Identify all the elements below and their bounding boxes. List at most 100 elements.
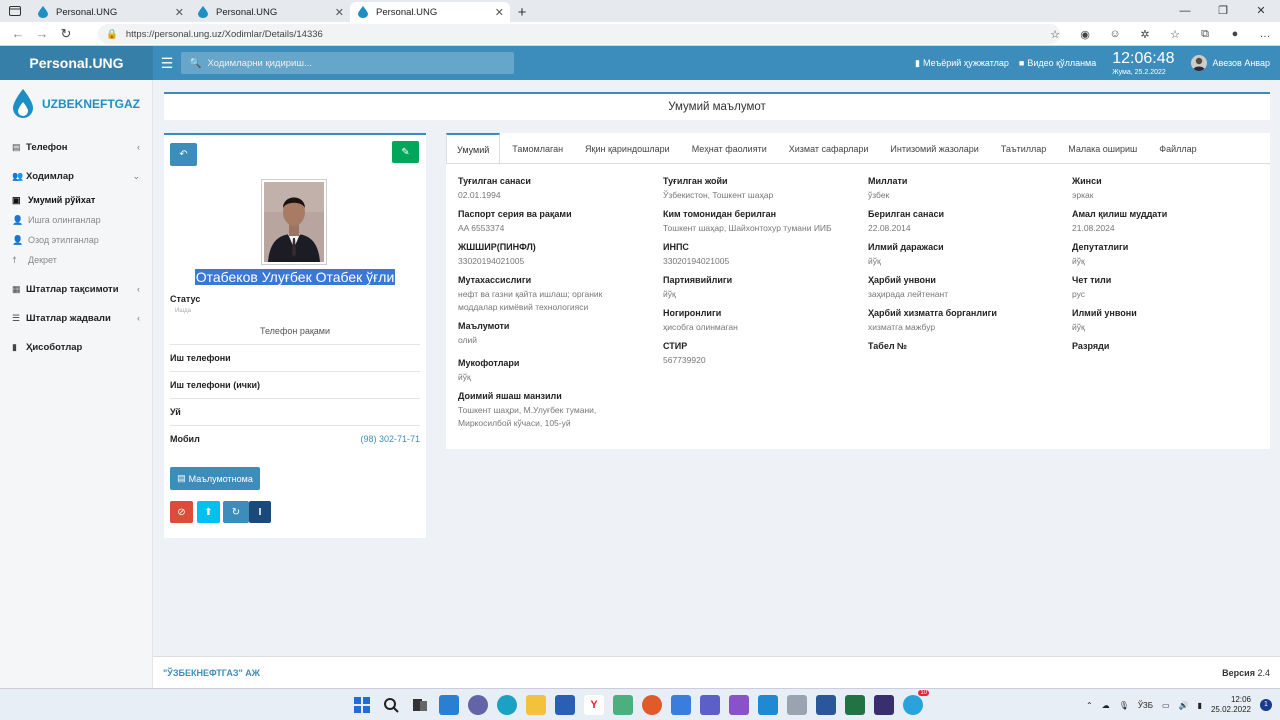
favorites-icon[interactable]: ☆ [1160,25,1190,43]
restore-icon[interactable]: ❐ [1204,0,1242,22]
notification-badge[interactable]: 1 [1260,699,1272,711]
chat-icon[interactable] [468,695,488,715]
sidebar-subitem-maternity[interactable]: ☨ Декрет [0,250,152,270]
video-link[interactable]: ■ Видео қўлланма [1019,58,1096,68]
search-icon[interactable] [381,695,401,715]
close-window-icon[interactable]: ✕ [1242,0,1280,22]
chevron-up-icon[interactable]: ⌃ [1086,701,1093,710]
new-tab-button[interactable]: + [510,2,534,22]
close-icon[interactable]: ✕ [335,6,344,19]
sidebar-subitem-general-list[interactable]: ▣ Умумий рўйхат [0,190,152,210]
task-view-icon[interactable] [410,695,430,715]
reference-button[interactable]: ▤ Маълумотнома [170,467,260,490]
browser-tab[interactable]: Personal.UNG ✕ [30,2,190,22]
field-value: 22.08.2014 [868,223,911,233]
tab-general[interactable]: Умумий [446,133,501,165]
tab-disciplinary[interactable]: Интизомий жазолари [880,133,988,164]
field-military-rank: Ҳарбий унвони заҳирада лейтенант [868,275,1063,301]
widgets-icon[interactable] [439,695,459,715]
reload-icon[interactable]: ↻ [54,26,78,42]
terminal-icon[interactable] [874,695,894,715]
sidebar-subitem-dismissed[interactable]: 👤 Озод этилганлар [0,230,152,250]
edge-icon[interactable] [497,695,517,715]
sidebar-item-phone[interactable]: ▤ Телефон ‹ [0,137,152,157]
browser-tab[interactable]: Personal.UNG ✕ [190,2,350,22]
language-indicator[interactable]: ЎЗБ [1138,701,1153,710]
tab-relatives[interactable]: Яқин қариндошлари [575,133,680,164]
visual-studio-icon[interactable] [729,695,749,715]
footer-company: "ЎЗБЕКНЕФТГАЗ" АЖ [163,667,260,678]
close-icon[interactable]: ✕ [495,6,504,19]
refresh-button[interactable]: ↻ [223,501,249,523]
grid-icon: ▦ [12,283,21,294]
minimize-icon[interactable]: — [1166,0,1204,22]
edit-button[interactable]: ✎ [392,141,419,163]
back-button[interactable]: ↶ [170,143,197,166]
status-label: Статус [170,294,201,304]
more-icon[interactable]: … [1250,25,1280,43]
tab-work-history[interactable]: Меҳнат фаолияти [682,133,777,164]
browser-tab-active[interactable]: Personal.UNG ✕ [350,2,510,22]
close-icon[interactable]: ✕ [175,6,184,19]
display-icon[interactable]: ▭ [1162,701,1170,710]
system-tray: ⌃ ☁ 🎙 ЎЗБ ▭ 🔊 ▮ 12:06 25.02.2022 1 [1077,689,1272,720]
collections-icon[interactable]: ⧉ [1190,25,1220,43]
puzzle-icon[interactable]: ✲ [1130,25,1160,43]
forward-icon[interactable]: → [30,26,54,41]
search-input[interactable]: 🔍 Ходимларни қидириш... [181,52,514,74]
app-logo[interactable]: Personal.UNG [0,46,153,80]
tab-graduated[interactable]: Тамомлаган [502,133,573,164]
sidebar-item-employees[interactable]: 👥 Ходимлар ⌄ [0,166,152,186]
user-menu[interactable]: Авезов Анвар [1190,55,1270,71]
yandex-icon[interactable]: Y [584,695,604,715]
tab-training[interactable]: Малака ошириш [1058,133,1147,164]
tray-clock[interactable]: 12:06 25.02.2022 [1211,695,1251,716]
chevron-down-icon: ⌄ [132,170,140,181]
store-icon[interactable] [555,695,575,715]
todo-icon[interactable] [671,695,691,715]
field-label: Илмий даражаси [868,242,944,252]
menu-toggle-icon[interactable]: ☰ [153,55,181,72]
notepad-icon[interactable] [613,695,633,715]
phone-value[interactable]: (98) 302-71-71 [360,434,420,444]
docs-link[interactable]: ▮ Меъёрий ҳужжатлар [915,58,1009,69]
word-icon[interactable] [816,695,836,715]
profile-icon[interactable]: ● [1220,25,1250,43]
sidebar-item-staff-table[interactable]: ☰ Штатлар жадвали ‹ [0,308,152,328]
phone-row-home: Уй [170,398,420,425]
sidebar-subitem-hired[interactable]: 👤 Ишга олинганлар [0,210,152,230]
start-icon[interactable] [352,695,372,715]
info-button[interactable]: I [249,501,271,523]
url-field[interactable]: 🔒 https://personal.ung.uz/Xodimlar/Detai… [98,24,1060,44]
tab-files[interactable]: Файллар [1149,133,1206,164]
telegram-icon[interactable]: 10 [903,690,929,715]
field-label: ЖШШИР(ПИНФЛ) [458,242,536,252]
back-icon[interactable]: ← [6,26,30,41]
vscode-icon[interactable] [758,695,778,715]
tab-business-trips[interactable]: Хизмат сафарлари [779,133,879,164]
browser-icon[interactable] [642,695,662,715]
volume-icon[interactable]: 🔊 [1179,701,1189,710]
sidebar-item-staff-distribution[interactable]: ▦ Штатлар тақсимоти ‹ [0,279,152,299]
battery-icon[interactable]: ▮ [1198,701,1202,710]
favorite-add-icon[interactable]: ☆ [1040,25,1070,43]
field-value: заҳирада лейтенант [868,289,949,299]
smiley-icon[interactable]: ☺ [1100,25,1130,43]
excel-icon[interactable] [845,695,865,715]
tab-actions-icon[interactable] [0,0,30,22]
file-explorer-icon[interactable] [526,695,546,715]
field-value: 567739920 [663,355,706,365]
upload-button[interactable]: ⬆ [197,501,220,523]
field-education: Маълумоти олий [458,321,653,347]
extension-icon[interactable]: ◉ [1070,25,1100,43]
sidebar-item-reports[interactable]: ▮ Ҳисоботлар [0,337,152,357]
tab-vacations[interactable]: Таътиллар [991,133,1056,164]
teams-icon[interactable] [700,695,720,715]
microphone-icon[interactable]: 🎙 [1119,701,1129,710]
drop-icon [358,6,368,18]
database-icon[interactable] [787,695,807,715]
cloud-icon[interactable]: ☁ [1102,701,1110,710]
field-value: Тошкент шаҳар, Шайхонтохур тумани ИИБ [663,223,832,233]
block-button[interactable]: ⊘ [170,501,193,523]
brand[interactable]: UZBEKNEFTGAZ [0,80,152,128]
